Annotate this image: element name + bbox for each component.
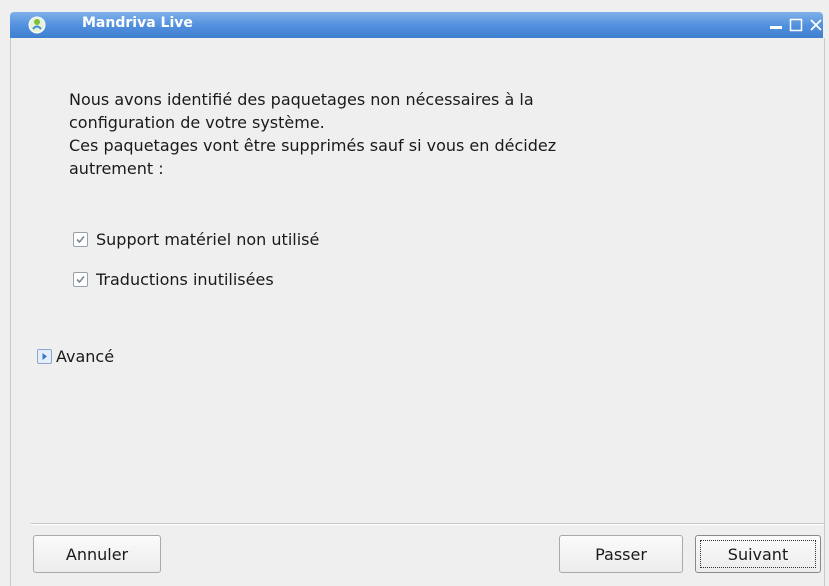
expander-arrow-icon[interactable] xyxy=(37,348,52,364)
maximize-icon[interactable] xyxy=(787,16,805,34)
option-label: Support matériel non utilisé xyxy=(96,229,320,249)
option-unused-translations[interactable]: Traductions inutilisées xyxy=(73,267,274,291)
checkbox-unused-hardware[interactable] xyxy=(73,231,88,247)
skip-button[interactable]: Passer xyxy=(559,535,683,573)
checkbox-unused-translations[interactable] xyxy=(73,271,88,287)
option-label: Traductions inutilisées xyxy=(96,269,274,289)
advanced-label: Avancé xyxy=(56,346,115,366)
window-title: Mandriva Live xyxy=(82,15,193,31)
info-message: Nous avons identifié des paquetages non … xyxy=(69,90,557,178)
cancel-button[interactable]: Annuler xyxy=(33,535,161,573)
mandriva-star-icon xyxy=(28,16,46,34)
next-button[interactable]: Suivant xyxy=(695,535,821,573)
button-separator xyxy=(31,523,824,525)
close-icon[interactable] xyxy=(807,16,825,34)
dialog-window: Mandriva Live Nous avons identifié des p… xyxy=(0,0,829,586)
advanced-expander[interactable]: Avancé xyxy=(37,344,114,368)
minimize-icon[interactable] xyxy=(767,16,785,34)
dialog-body: Nous avons identifié des paquetages non … xyxy=(10,38,825,586)
title-bar[interactable]: Mandriva Live xyxy=(10,12,823,38)
focus-ring xyxy=(700,540,816,568)
option-unused-hardware[interactable]: Support matériel non utilisé xyxy=(73,227,319,251)
